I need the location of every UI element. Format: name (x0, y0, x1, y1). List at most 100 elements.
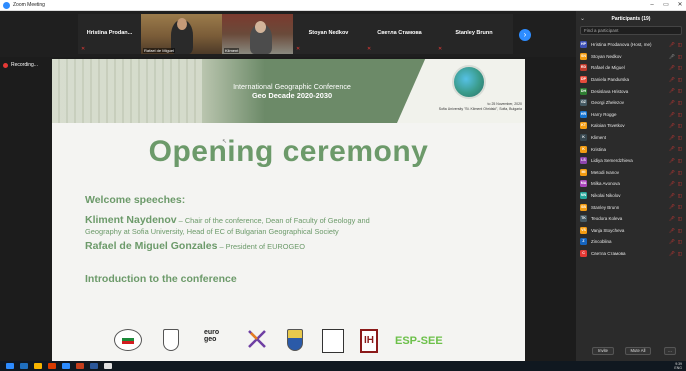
avatar: SN (580, 52, 587, 60)
participant-row[interactable]: TK Teodora Koleva 🎤︎ ◫ (576, 213, 686, 225)
participant-name: Lidiya Semerdzhieva (591, 158, 633, 164)
participants-panel: ⌄ Participants (19) Find a participant H… (576, 11, 686, 361)
participant-name: Rafael de Miguel (591, 65, 625, 71)
participant-row[interactable]: SN Stoyan Nedkov 🎤︎ ◫ (576, 51, 686, 63)
participant-face (177, 18, 187, 30)
video-off-icon: ◫ (677, 239, 682, 245)
speaker-1-name: Kliment Naydenov (85, 214, 177, 226)
eurogeo-text-b: geo (204, 336, 217, 343)
mic-muted-icon: 🎤︎ (669, 250, 675, 256)
participant-name: Vanja Stoycheva (591, 227, 625, 233)
participant-row[interactable]: MI Metodi Ivanov 🎤︎ ◫ (576, 167, 686, 179)
mic-muted-icon: 🎤︎ (669, 111, 675, 117)
gallery-tile[interactable]: Светла Стамова ✕ (364, 14, 435, 54)
building-image (52, 59, 202, 123)
next-page-button[interactable]: › (519, 29, 531, 41)
participant-row[interactable]: K Kliment 🎤︎ ◫ (576, 132, 686, 144)
star-logo-icon (248, 330, 266, 348)
participant-row[interactable]: VS Vanja Stoycheva 🎤︎ ◫ (576, 225, 686, 237)
recording-label: Recording... (11, 62, 38, 68)
mic-muted-icon: 🎤︎ (669, 157, 675, 163)
start-icon[interactable] (6, 363, 14, 369)
bulgarian-society-logo-icon (114, 329, 142, 351)
participant-status: 🎤︎ ◫ (669, 170, 682, 176)
participant-row[interactable]: RD Rafael de Miguel 🎤︎ ◫ (576, 62, 686, 74)
globe-logo-icon (452, 65, 486, 99)
mic-muted-icon: 🎤︎ (669, 204, 675, 210)
invite-button[interactable]: Invite (592, 347, 614, 355)
shared-screen-slide: International Geographic Conference Geo … (52, 59, 525, 361)
participant-name: Metodi Ivanov (591, 169, 620, 175)
participant-row[interactable]: DP Daniela Pandurska 🎤︎ ◫ (576, 74, 686, 86)
participant-status: 🎤︎ ◫ (669, 135, 682, 141)
gallery-tile[interactable]: Hristina Prodan... ✕ (78, 14, 141, 54)
app-icon[interactable] (104, 363, 112, 369)
tile-caption: Rafael de Miguel (143, 48, 176, 53)
participant-status: 🎤︎ ◫ (669, 65, 682, 71)
conference-date: to 25 November, 2020 Sofia University "S… (402, 102, 522, 111)
muted-mic-icon: ✕ (81, 46, 86, 52)
participant-status: 🎤︎ ◫ (669, 239, 682, 245)
participant-name: Desislava Hristova (591, 88, 629, 94)
participant-status: 🎤︎ ◫ (669, 204, 682, 210)
participant-row[interactable]: C Светла Стамова 🎤︎ ◫ (576, 248, 686, 260)
mic-muted-icon: 🎤︎ (669, 88, 675, 94)
eurogeo-logo: euro geo (204, 329, 230, 343)
participant-status: 🎤︎ ◫ (669, 193, 682, 199)
powerpoint-icon[interactable] (76, 363, 84, 369)
video-off-icon: ◫ (677, 53, 682, 59)
edge-icon[interactable] (20, 363, 28, 369)
tile-name: Светла Стамова (377, 30, 422, 36)
mic-muted-icon: 🎤︎ (669, 215, 675, 221)
mic-muted-icon: 🎤︎ (669, 134, 675, 140)
maximize-icon[interactable]: ▭ (660, 0, 672, 11)
participant-row[interactable]: GZ Georgi Zhelezov 🎤︎ ◫ (576, 97, 686, 109)
gallery-tile-video[interactable]: Kliment (222, 14, 293, 54)
participant-row[interactable]: MA Milka Avonova 🎤︎ ◫ (576, 178, 686, 190)
participant-search-input[interactable]: Find a participant (580, 26, 682, 35)
participant-name: Stoyan Nedkov (591, 53, 622, 59)
participant-status: 🎤︎ ◫ (669, 88, 682, 94)
participant-row[interactable]: HR Harry Rogge 🎤︎ ◫ (576, 109, 686, 121)
esp-see-logo: ESP-SEE (395, 335, 443, 347)
sponsor-logos: euro geo IH ESP-SEE (52, 323, 525, 361)
recording-indicator[interactable]: Recording... (3, 60, 38, 70)
mic-muted-icon: 🎤︎ (669, 146, 675, 152)
speaker-1-role-cont: Geography at Sofia University, Head of E… (85, 227, 339, 236)
gallery-tile[interactable]: Stoyan Nedkov ✕ (293, 14, 364, 54)
tile-name: Stoyan Nedkov (308, 30, 349, 36)
participant-row[interactable]: Z Zincoblina 🎤︎ ◫ (576, 236, 686, 248)
speaker-1-role: – Chair of the conference, Dean of Facul… (176, 216, 370, 225)
gallery-tile-video[interactable]: Rafael de Miguel (141, 14, 222, 54)
participant-row[interactable]: SB Stanley Brunn 🎤︎ ◫ (576, 201, 686, 213)
university-seal-icon (163, 329, 179, 351)
video-off-icon: ◫ (677, 146, 682, 152)
avatar: K (580, 134, 587, 142)
video-off-icon: ◫ (677, 157, 682, 163)
participant-row[interactable]: NN Nikolai Nikolov 🎤︎ ◫ (576, 190, 686, 202)
mute-all-button[interactable]: Mute All (625, 347, 651, 355)
participant-row[interactable]: HP Hristina Prodanova (Host, me) 🎤︎ ◫ (576, 39, 686, 51)
explorer-icon[interactable] (34, 363, 42, 369)
participant-status: 🎤︎ ◫ (669, 216, 682, 222)
mic-muted-icon: 🎤︎ (669, 65, 675, 71)
participant-status: 🎤︎ ◫ (669, 146, 682, 152)
word-icon[interactable] (90, 363, 98, 369)
gallery-tile[interactable]: Stanley Brunn ✕ (435, 14, 513, 54)
minimize-icon[interactable]: – (646, 0, 658, 11)
avatar: Z (580, 238, 587, 246)
close-icon[interactable]: ✕ (674, 0, 686, 11)
avatar: GZ (580, 99, 587, 107)
muted-mic-icon: ✕ (296, 46, 301, 52)
mic-muted-icon: 🎤︎ (669, 239, 675, 245)
participant-row[interactable]: DH Desislava Hristova 🎤︎ ◫ (576, 85, 686, 97)
more-button[interactable]: ... (664, 347, 676, 355)
zoom-taskbar-icon[interactable] (62, 363, 70, 369)
mic-muted-icon: 🎤︎ (669, 76, 675, 82)
participant-row[interactable]: LS Lidiya Semerdzhieva 🎤︎ ◫ (576, 155, 686, 167)
app-icon[interactable] (48, 363, 56, 369)
participant-row[interactable]: K Kristina 🎤︎ ◫ (576, 143, 686, 155)
coat-of-arms-icon (287, 329, 303, 351)
conference-subtitle: Geo Decade 2020-2030 (251, 91, 333, 100)
participant-row[interactable]: KT Kaloian Tsvetkov 🎤︎ ◫ (576, 120, 686, 132)
